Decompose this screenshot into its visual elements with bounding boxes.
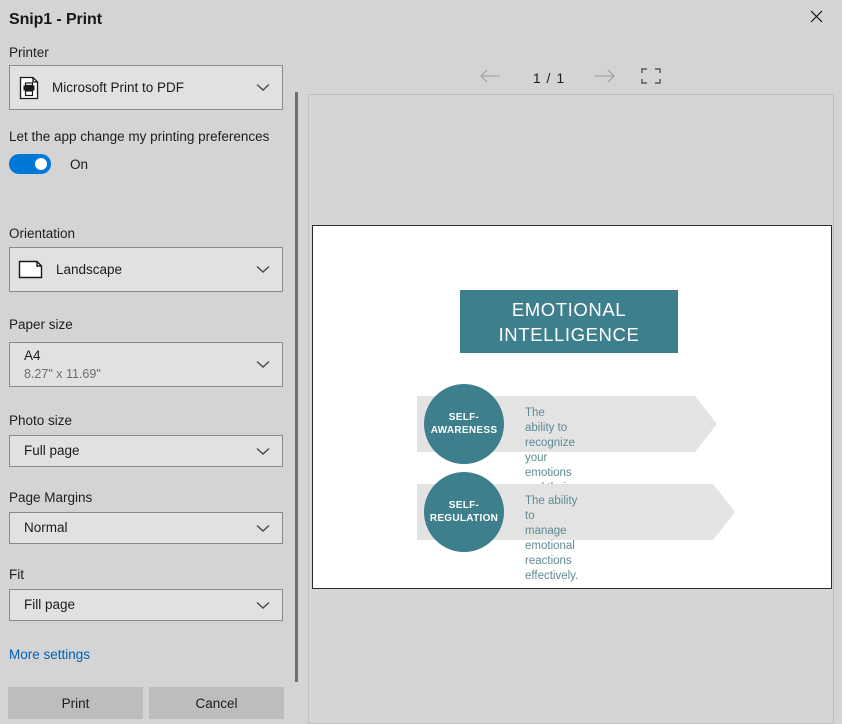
point-desc-line-2: emotional reactions effectively.: [525, 540, 579, 582]
cancel-button[interactable]: Cancel: [149, 687, 284, 719]
point-circle-line-1: SELF-: [448, 412, 480, 423]
dialog-footer: Print Cancel: [0, 682, 300, 724]
page-margins-select[interactable]: Normal: [9, 512, 283, 544]
point-description: The ability to manage emotional reaction…: [525, 494, 578, 584]
prev-page-button[interactable]: [474, 62, 506, 94]
print-preview-page: EMOTIONAL INTELLIGENCE The ability to re…: [312, 225, 832, 589]
photo-size-label: Photo size: [9, 413, 73, 428]
printer-document-icon: [18, 76, 40, 100]
photo-size-value: Full page: [24, 443, 80, 458]
orientation-value-wrap: Landscape: [56, 261, 256, 279]
chevron-down-icon: [256, 360, 270, 369]
page-margins-value-wrap: Normal: [24, 519, 256, 537]
paper-size-label: Paper size: [9, 317, 73, 332]
fit-label: Fit: [9, 567, 24, 582]
orientation-select[interactable]: Landscape: [9, 247, 283, 292]
paper-size-value-wrap: A4 8.27" x 11.69": [24, 347, 256, 383]
slide-title-banner: EMOTIONAL INTELLIGENCE: [460, 290, 678, 353]
app-preferences-row: On: [9, 154, 88, 174]
slide-title-line-2: INTELLIGENCE: [498, 323, 640, 345]
point-desc-line-1: The ability to recognize your: [525, 407, 575, 464]
photo-size-select[interactable]: Full page: [9, 435, 283, 467]
printer-select[interactable]: Microsoft Print to PDF: [9, 65, 283, 110]
chevron-down-icon: [256, 524, 270, 533]
toggle-knob: [35, 158, 47, 170]
point-circle: SELF- REGULATION: [424, 472, 504, 552]
point-circle-line-2: AWARENESS: [430, 425, 498, 436]
page-margins-value: Normal: [24, 520, 68, 535]
orientation-value: Landscape: [56, 261, 123, 277]
app-preferences-state: On: [70, 156, 89, 172]
fit-value: Fill page: [24, 597, 76, 612]
landscape-page-icon: [18, 259, 44, 280]
settings-pane: Printer Microsoft Print to PDF Let the a…: [0, 42, 300, 682]
page-margins-label: Page Margins: [9, 490, 93, 505]
fit-to-page-icon: [641, 67, 661, 89]
printer-value-wrap: Microsoft Print to PDF: [52, 79, 256, 97]
settings-scrollbar[interactable]: [294, 90, 299, 682]
slide-title-line-1: EMOTIONAL: [511, 298, 627, 320]
close-button[interactable]: [794, 0, 838, 32]
scrollbar-thumb[interactable]: [295, 92, 298, 682]
app-preferences-label: Let the app change my printing preferenc…: [9, 129, 270, 144]
photo-size-value-wrap: Full page: [24, 442, 256, 460]
printer-value: Microsoft Print to PDF: [52, 79, 185, 95]
arrow-left-icon: [479, 69, 501, 88]
paper-size-dimensions: 8.27" x 11.69": [24, 366, 101, 381]
point-desc-line-1: The ability to manage: [525, 495, 578, 537]
chevron-down-icon: [256, 83, 270, 92]
page-indicator: 1 / 1: [532, 70, 566, 86]
chevron-down-icon: [256, 447, 270, 456]
chevron-down-icon: [256, 601, 270, 610]
point-circle-line-2: REGULATION: [429, 513, 499, 524]
preview-surface: EMOTIONAL INTELLIGENCE The ability to re…: [308, 94, 834, 724]
printer-label: Printer: [9, 45, 49, 60]
arrow-right-icon: [594, 69, 616, 88]
orientation-label: Orientation: [9, 226, 76, 241]
next-page-button[interactable]: [589, 62, 621, 94]
point-circle: SELF- AWARENESS: [424, 384, 504, 464]
close-icon: [810, 10, 823, 23]
fit-select[interactable]: Fill page: [9, 589, 283, 621]
print-button[interactable]: Print: [8, 687, 143, 719]
app-preferences-toggle[interactable]: [9, 154, 51, 174]
fit-page-button[interactable]: [635, 62, 667, 94]
window-title: Snip1 - Print: [9, 11, 102, 28]
chevron-down-icon: [256, 265, 270, 274]
title-bar: Snip1 - Print: [0, 0, 842, 42]
paper-size-value: A4: [24, 347, 41, 363]
preview-toolbar: 1 / 1: [300, 58, 842, 98]
fit-value-wrap: Fill page: [24, 596, 256, 614]
paper-size-select[interactable]: A4 8.27" x 11.69": [9, 342, 283, 387]
point-circle-line-1: SELF-: [448, 500, 480, 511]
more-settings-link[interactable]: More settings: [9, 647, 90, 662]
preview-pane: 1 / 1 EMOTIONAL INTELLIGENCE The ability…: [300, 42, 842, 724]
